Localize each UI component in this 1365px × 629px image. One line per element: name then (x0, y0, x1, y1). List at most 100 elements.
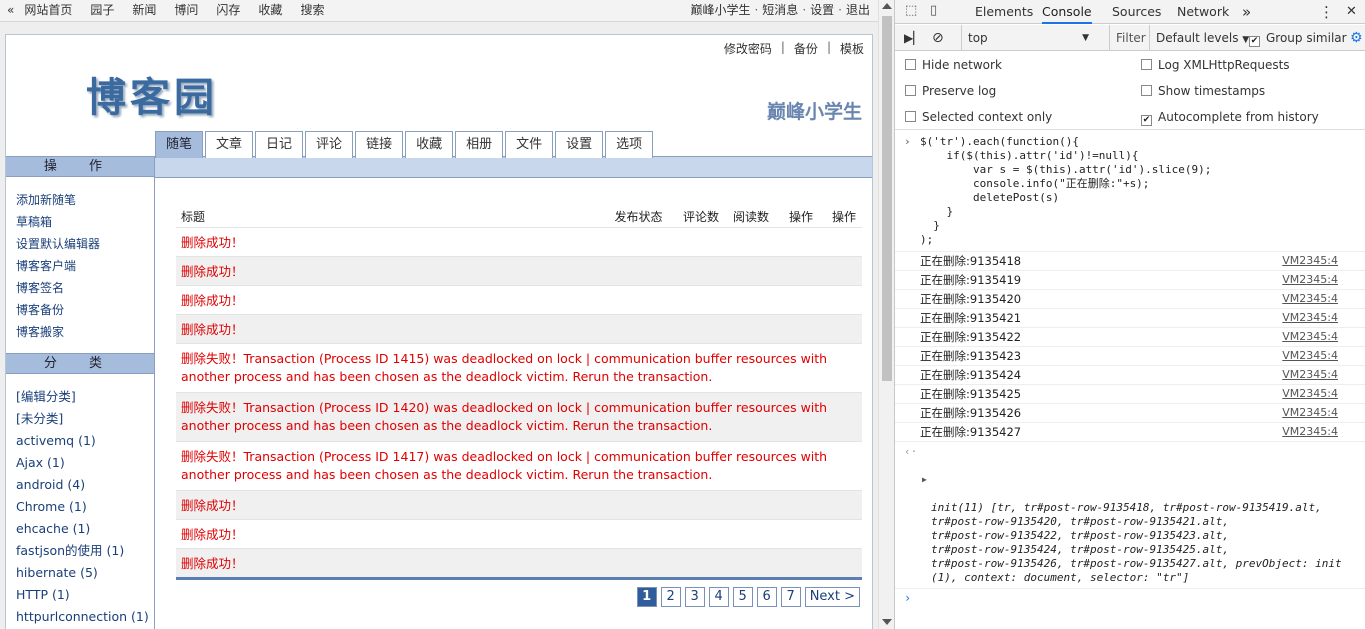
sidebar-category-link[interactable]: activemq (1) (16, 430, 154, 452)
sidebar-category-link[interactable]: Chrome (1) (16, 496, 154, 518)
tab-sources[interactable]: Sources (1112, 0, 1161, 24)
console-command[interactable]: › $('tr').each(function(){ if($(this).att… (895, 132, 1365, 252)
page-link[interactable]: 7 (780, 587, 801, 607)
sidebar-toggle-icon[interactable]: ▶▏ (904, 25, 922, 51)
sidebar-op-link[interactable]: 博客备份 (16, 299, 154, 321)
console-option-checkbox[interactable]: Preserve log (905, 78, 996, 104)
admin-tab[interactable]: 日记 (255, 131, 304, 158)
topnav-separator: · (802, 3, 807, 17)
admin-tab[interactable]: 文件 (505, 131, 554, 158)
console-settings-gear-icon[interactable]: ⚙ (1350, 25, 1363, 51)
console-prompt[interactable]: › (895, 589, 1365, 609)
page-link[interactable]: 5 (732, 587, 753, 607)
filter-input[interactable]: Filter (1109, 25, 1146, 51)
usernav-link[interactable]: 短消息 (762, 0, 798, 21)
log-levels-dropdown[interactable]: Default levels ▼ (1149, 25, 1249, 51)
page-link[interactable]: 4 (708, 587, 729, 607)
admin-tab[interactable]: 设置 (555, 131, 604, 158)
sidebar-category-link[interactable]: android (4) (16, 474, 154, 496)
topnav-link[interactable]: 新闻 (132, 0, 156, 21)
next-page-link[interactable]: Next > (804, 587, 860, 607)
topnav-link[interactable]: 搜索 (300, 0, 324, 21)
topnav-link[interactable]: 博问 (174, 0, 198, 21)
log-source-link[interactable]: VM2345:4 (1282, 404, 1338, 422)
command-line: deletePost(s) (920, 191, 1060, 204)
topnav-link[interactable]: 收藏 (258, 0, 282, 21)
page-link[interactable]: 2 (660, 587, 681, 607)
admin-tab[interactable]: 链接 (355, 131, 404, 158)
back-arrow-icon[interactable]: « (7, 0, 14, 21)
sidebar-op-link[interactable]: 博客客户端 (16, 255, 154, 277)
console-option-checkbox[interactable]: Selected context only (905, 104, 1052, 130)
log-message: 正在删除:9135421 (920, 311, 1022, 325)
log-source-link[interactable]: VM2345:4 (1282, 271, 1338, 289)
close-devtools-icon[interactable]: ✕ (1346, 0, 1357, 24)
admin-tab[interactable]: 选项 (605, 131, 654, 158)
scroll-down-arrow-icon[interactable] (882, 619, 892, 625)
usernav-link[interactable]: 巅峰小学生 (690, 0, 750, 21)
console-option-checkbox[interactable]: Log XMLHttpRequests (1141, 52, 1290, 78)
device-toolbar-icon[interactable]: ▯ (930, 4, 946, 18)
console-option-label: Autocomplete from history (1158, 110, 1319, 124)
log-source-link[interactable]: VM2345:4 (1282, 423, 1338, 441)
scrollbar-thumb[interactable] (882, 16, 892, 381)
log-source-link[interactable]: VM2345:4 (1282, 290, 1338, 308)
clear-console-icon[interactable]: ⊘ (932, 25, 944, 51)
console-log-row: 正在删除:9135424 VM2345:4 (895, 366, 1365, 385)
sidebar-op-link[interactable]: 设置默认编辑器 (16, 233, 154, 255)
sidebar-category-link[interactable]: HTTP (1) (16, 584, 154, 606)
header-link[interactable]: 备份 (794, 40, 818, 57)
scroll-up-arrow-icon[interactable] (882, 3, 892, 9)
log-source-link[interactable]: VM2345:4 (1282, 366, 1338, 384)
console-option-checkbox[interactable]: Hide network (905, 52, 1002, 78)
sidebar-category-link[interactable]: ehcache (1) (16, 518, 154, 540)
log-source-link[interactable]: VM2345:4 (1282, 347, 1338, 365)
topnav-link[interactable]: 园子 (90, 0, 114, 21)
tab-network[interactable]: Network (1177, 0, 1229, 24)
tab-elements[interactable]: Elements (975, 0, 1033, 24)
admin-tab[interactable]: 相册 (455, 131, 504, 158)
page-link[interactable]: 3 (684, 587, 705, 607)
prompt-chevron-icon: › (904, 591, 912, 605)
admin-tab[interactable]: 评论 (305, 131, 354, 158)
sidebar-category-link[interactable]: [未分类] (16, 408, 154, 430)
topnav-link[interactable]: 闪存 (216, 0, 240, 21)
more-tabs-icon[interactable]: » (1242, 0, 1251, 24)
page-scrollbar[interactable] (878, 0, 894, 629)
console-result[interactable]: ‹· ▶ init(11) [tr, tr#post-row-9135418, … (895, 442, 1365, 589)
inspect-element-icon[interactable]: ⬚ (905, 4, 921, 18)
log-source-link[interactable]: VM2345:4 (1282, 252, 1338, 270)
admin-tab[interactable]: 文章 (205, 131, 254, 158)
log-source-link[interactable]: VM2345:4 (1282, 385, 1338, 403)
header-link[interactable]: 修改密码 (724, 40, 772, 57)
usernav-link[interactable]: 退出 (846, 0, 870, 21)
admin-tab[interactable]: 收藏 (405, 131, 454, 158)
sidebar-op-link[interactable]: 博客搬家 (16, 321, 154, 343)
console-option-checkbox[interactable]: Show timestamps (1141, 78, 1265, 104)
topnav-link[interactable]: 网站首页 (24, 0, 72, 21)
usernav-link[interactable]: 设置 (810, 0, 834, 21)
context-select[interactable]: top ▼ (961, 25, 1097, 51)
group-similar-checkbox[interactable]: ✔ Group similar (1249, 25, 1347, 51)
console-option-checkbox[interactable]: ✔ Autocomplete from history (1141, 104, 1319, 130)
kebab-menu-icon[interactable]: ⋮ (1319, 0, 1334, 24)
tab-console[interactable]: Console (1042, 0, 1092, 24)
cnblogs-logo[interactable]: 博客园 (86, 65, 218, 123)
page-link[interactable]: 1 (636, 587, 657, 607)
sidebar-op-link[interactable]: 博客签名 (16, 277, 154, 299)
sidebar-category-link[interactable]: Ajax (1) (16, 452, 154, 474)
result-line: init(11) [tr, tr#post-row-9135418, tr#po… (931, 501, 1322, 514)
blog-name[interactable]: 巅峰小学生 (767, 97, 862, 124)
header-link[interactable]: 模板 (840, 40, 864, 57)
log-source-link[interactable]: VM2345:4 (1282, 328, 1338, 346)
expand-triangle-icon[interactable]: ▶ (922, 473, 927, 487)
admin-tab[interactable]: 随笔 (155, 131, 204, 158)
log-source-link[interactable]: VM2345:4 (1282, 309, 1338, 327)
sidebar-op-link[interactable]: 添加新随笔 (16, 189, 154, 211)
page-link[interactable]: 6 (756, 587, 777, 607)
sidebar-category-link[interactable]: hibernate (5) (16, 562, 154, 584)
sidebar-op-link[interactable]: 草稿箱 (16, 211, 154, 233)
sidebar-category-link[interactable]: fastjson的使用 (1) (16, 540, 154, 562)
sidebar-category-link[interactable]: httpurlconnection (1) (16, 606, 154, 628)
sidebar-category-link[interactable]: [编辑分类] (16, 386, 154, 408)
